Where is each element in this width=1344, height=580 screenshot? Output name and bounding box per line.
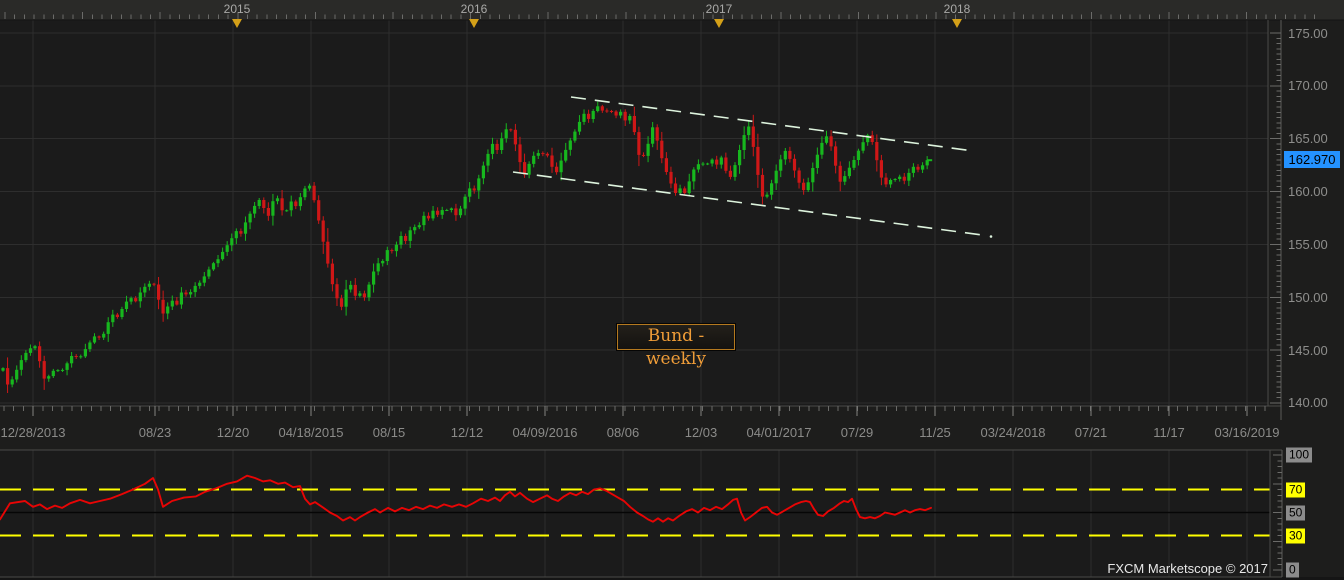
date-axis-label: 03/24/2018: [980, 425, 1046, 440]
last-price-tag: 162.970: [1284, 151, 1340, 168]
year-marker-triangle-icon: [952, 19, 962, 28]
date-axis-label: 07/21: [1074, 425, 1108, 440]
date-axis-label: 08/06: [606, 425, 640, 440]
rsi-axis-label: 70: [1286, 482, 1306, 497]
year-label: 2017: [705, 2, 733, 16]
panel-splitter[interactable]: [0, 443, 1344, 450]
date-axis-label: 03/16/2019: [1214, 425, 1280, 440]
rsi-axis-label: 0: [1286, 562, 1299, 578]
rsi-axis-label: 30: [1286, 528, 1306, 543]
price-axis-label: 170.00: [1288, 78, 1328, 94]
year-marker-triangle-icon: [714, 19, 724, 28]
rsi-axis-label: 50: [1286, 505, 1306, 520]
price-axis-label: 165.00: [1288, 131, 1328, 147]
date-axis-label: 04/18/2015: [278, 425, 344, 440]
chart-window: 2015 2016 2017 2018 175.00 170.00 165.00 160.0…: [0, 0, 1344, 580]
price-axis-label: 150.00: [1288, 289, 1328, 305]
year-label: 2015: [223, 2, 251, 16]
price-axis-label: 160.00: [1288, 184, 1328, 200]
date-axis-label: 07/29: [840, 425, 874, 440]
price-axis-label: 155.00: [1288, 236, 1328, 252]
date-axis-label: 04/01/2017: [746, 425, 812, 440]
price-axis-label: 140.00: [1288, 395, 1328, 411]
price-axis-label: 175.00: [1288, 25, 1328, 41]
date-axis-label: 11/17: [1153, 425, 1185, 440]
date-axis-label: 12/03: [684, 425, 718, 440]
date-axis-label: 12/12: [450, 425, 484, 440]
date-axis-label: 08/23: [138, 425, 172, 440]
date-axis-label: 11/25: [919, 425, 951, 440]
watermark-text: FXCM Marketscope © 2017: [1107, 561, 1268, 576]
date-axis-label: 12/20: [216, 425, 250, 440]
price-axis-label: 145.00: [1288, 342, 1328, 358]
year-marker-triangle-icon: [469, 19, 479, 28]
chart-canvas[interactable]: [0, 0, 1344, 580]
year-label: 2016: [460, 2, 488, 16]
date-axis-label: 12/28/2013: [0, 425, 66, 440]
year-marker-triangle-icon: [232, 19, 242, 28]
instrument-label[interactable]: Bund -weekly: [616, 323, 736, 369]
date-axis-label: 08/15: [372, 425, 406, 440]
year-label: 2018: [943, 2, 971, 16]
date-axis-label: 04/09/2016: [512, 425, 578, 440]
